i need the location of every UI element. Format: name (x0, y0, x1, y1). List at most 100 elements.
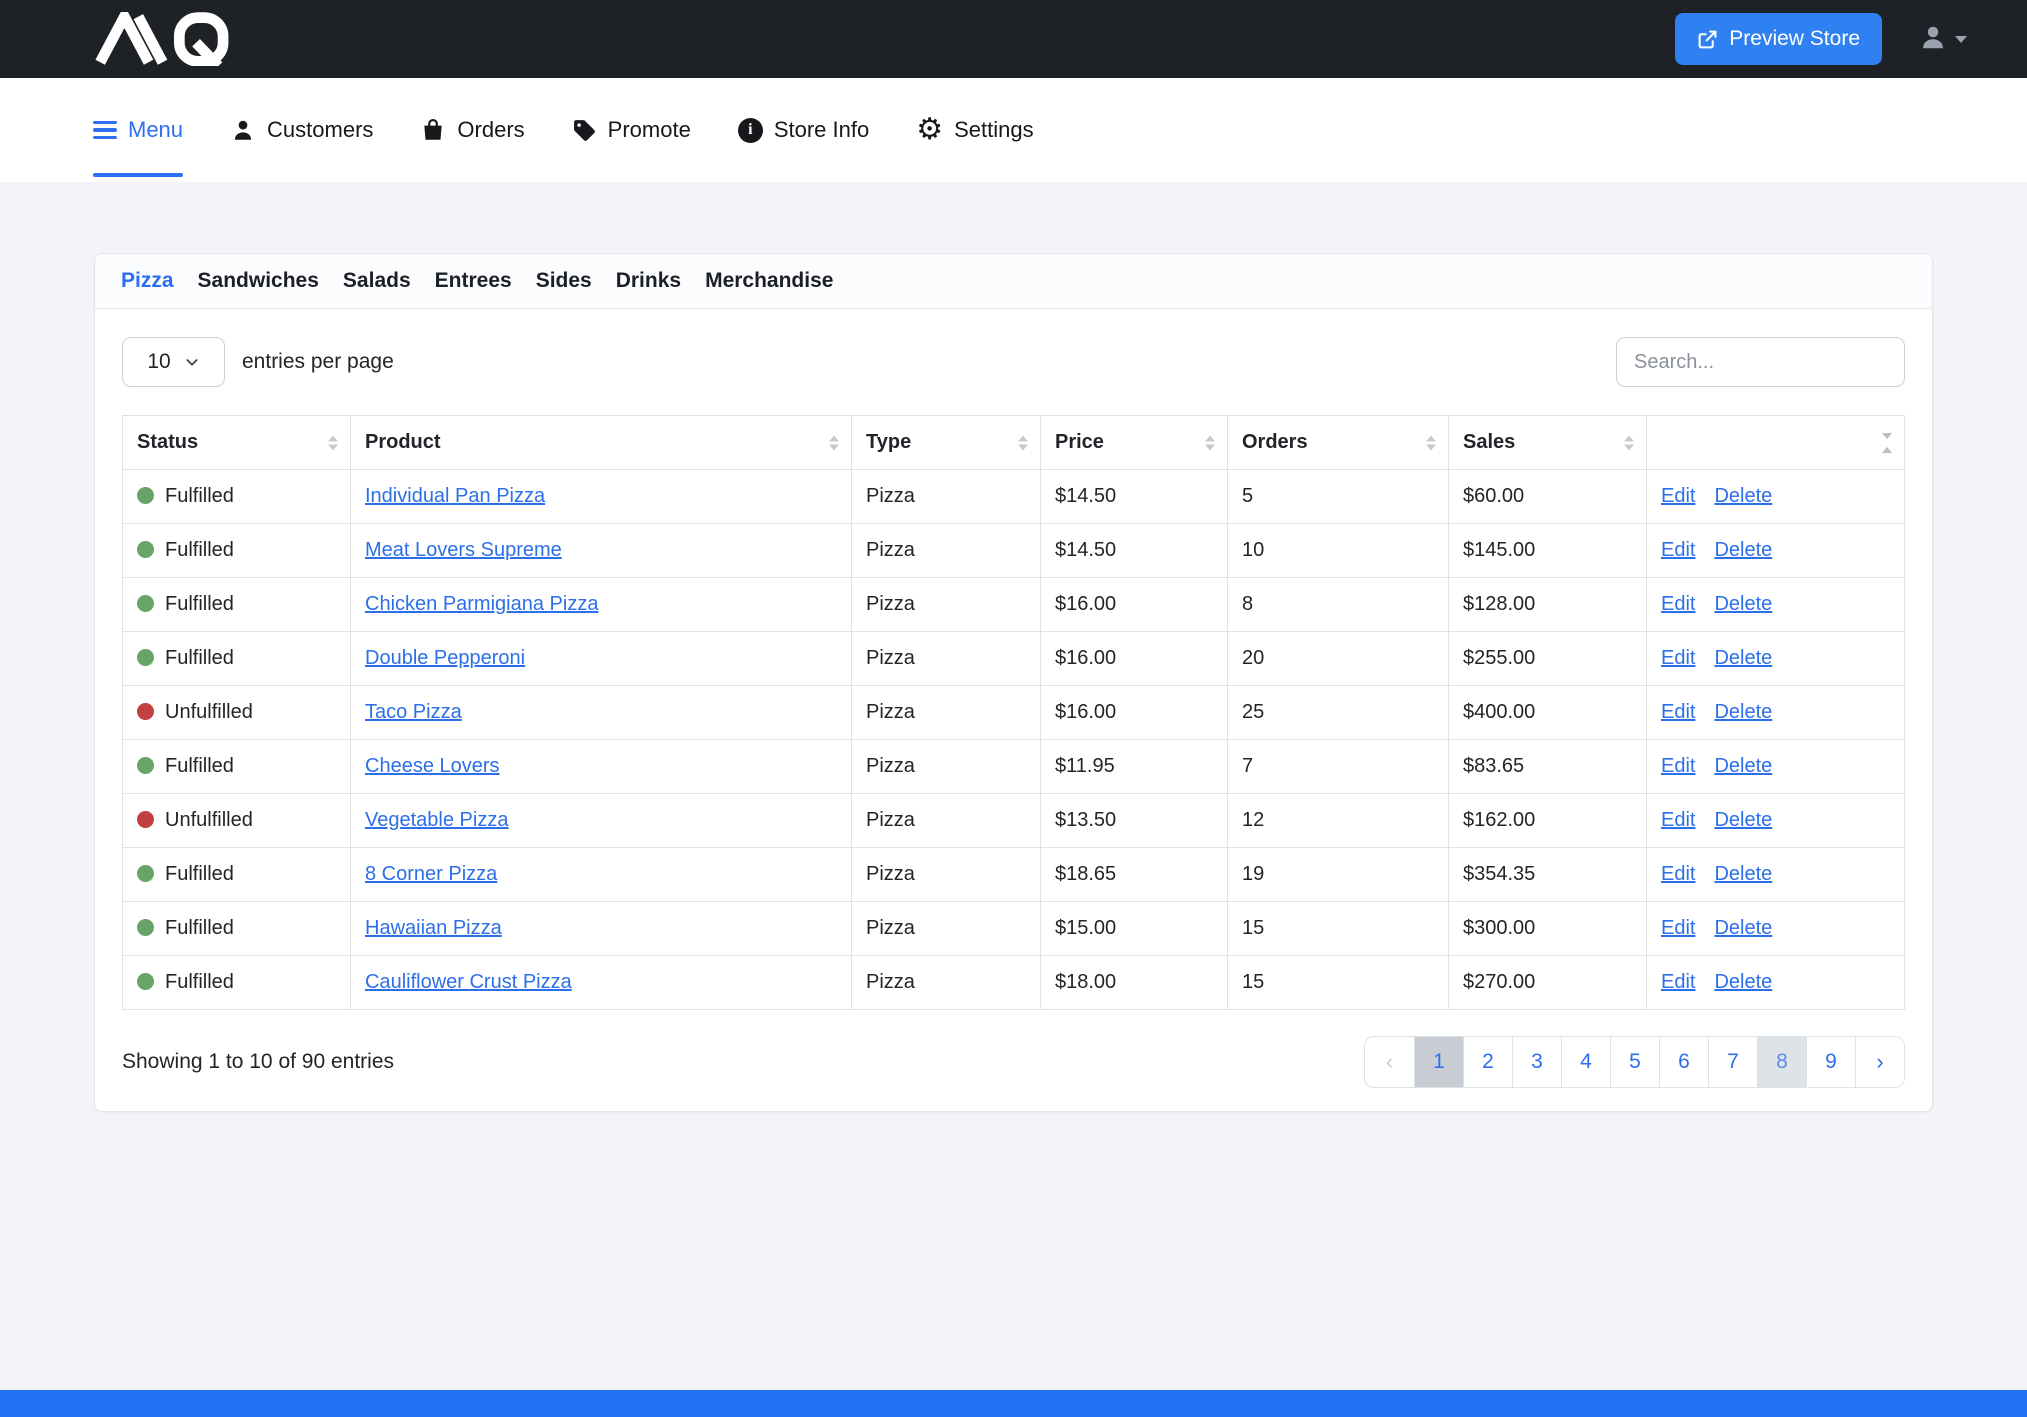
table-controls: 10 entries per page (95, 309, 1932, 387)
nav-item-settings[interactable]: ⚙ Settings (916, 78, 1033, 182)
column-header-orders[interactable]: Orders (1228, 416, 1449, 470)
pagination-page-4[interactable]: 4 (1561, 1037, 1610, 1087)
product-link[interactable]: Hawaiian Pizza (365, 917, 502, 939)
edit-link[interactable]: Edit (1661, 485, 1695, 507)
nav-item-customers[interactable]: Customers (230, 78, 373, 182)
delete-link[interactable]: Delete (1714, 755, 1772, 777)
top-header-bar: Preview Store (0, 0, 2027, 78)
orders-cell: 25 (1228, 686, 1449, 740)
status-label: Fulfilled (165, 593, 234, 615)
product-link[interactable]: Individual Pan Pizza (365, 485, 545, 507)
store-logo[interactable] (90, 12, 250, 66)
entries-per-page-select[interactable]: 10 (122, 337, 225, 387)
nav-item-store-info[interactable]: i Store Info (738, 78, 869, 182)
edit-link[interactable]: Edit (1661, 863, 1695, 885)
sort-icon (1624, 435, 1634, 450)
orders-cell: 7 (1228, 740, 1449, 794)
edit-link[interactable]: Edit (1661, 917, 1695, 939)
type-cell: Pizza (852, 632, 1041, 686)
delete-link[interactable]: Delete (1714, 539, 1772, 561)
pagination-page-1[interactable]: 1 (1414, 1037, 1463, 1087)
pagination-page-3[interactable]: 3 (1512, 1037, 1561, 1087)
edit-link[interactable]: Edit (1661, 971, 1695, 993)
pagination-page-8[interactable]: 8 (1757, 1037, 1806, 1087)
nav-item-promote[interactable]: Promote (572, 78, 691, 182)
preview-store-button[interactable]: Preview Store (1675, 13, 1882, 65)
column-header-actions[interactable] (1647, 416, 1905, 470)
category-tabs: Pizza Sandwiches Salads Entrees Sides Drinks M… (95, 254, 1932, 309)
price-cell: $18.65 (1041, 848, 1228, 902)
table-row: Fulfilled Hawaiian Pizza Pizza $15.00 15… (123, 902, 1905, 956)
column-header-price[interactable]: Price (1041, 416, 1228, 470)
column-header-type[interactable]: Type (852, 416, 1041, 470)
pagination-page-7[interactable]: 7 (1708, 1037, 1757, 1087)
price-cell: $14.50 (1041, 524, 1228, 578)
product-link[interactable]: 8 Corner Pizza (365, 863, 497, 885)
nav-item-label: Promote (608, 117, 691, 143)
edit-link[interactable]: Edit (1661, 809, 1695, 831)
pagination-next-button[interactable]: › (1855, 1037, 1904, 1087)
edit-link[interactable]: Edit (1661, 755, 1695, 777)
search-input[interactable] (1616, 337, 1905, 387)
nav-item-menu[interactable]: Menu (93, 78, 183, 182)
nav-item-orders[interactable]: Orders (420, 78, 524, 182)
edit-link[interactable]: Edit (1661, 593, 1695, 615)
delete-link[interactable]: Delete (1714, 809, 1772, 831)
tab-pizza[interactable]: Pizza (121, 269, 174, 293)
status-cell: Fulfilled (123, 956, 351, 1010)
tab-entrees[interactable]: Entrees (435, 269, 512, 293)
tab-merchandise[interactable]: Merchandise (705, 269, 833, 293)
status-label: Fulfilled (165, 755, 234, 777)
tab-sides[interactable]: Sides (536, 269, 592, 293)
edit-link[interactable]: Edit (1661, 647, 1695, 669)
table-footer: Showing 1 to 10 of 90 entries ‹123456789… (95, 1010, 1932, 1111)
delete-link[interactable]: Delete (1714, 863, 1772, 885)
orders-cell: 12 (1228, 794, 1449, 848)
delete-link[interactable]: Delete (1714, 647, 1772, 669)
type-cell: Pizza (852, 524, 1041, 578)
column-header-status[interactable]: Status (123, 416, 351, 470)
table-row: Unfulfilled Vegetable Pizza Pizza $13.50… (123, 794, 1905, 848)
entries-per-page-label: entries per page (242, 350, 394, 374)
column-header-label: Product (365, 431, 441, 453)
pagination-page-6[interactable]: 6 (1659, 1037, 1708, 1087)
column-header-sales[interactable]: Sales (1449, 416, 1647, 470)
orders-cell: 15 (1228, 956, 1449, 1010)
sales-cell: $128.00 (1449, 578, 1647, 632)
sales-cell: $300.00 (1449, 902, 1647, 956)
tab-sandwiches[interactable]: Sandwiches (198, 269, 319, 293)
tab-drinks[interactable]: Drinks (616, 269, 681, 293)
pagination-page-2[interactable]: 2 (1463, 1037, 1512, 1087)
edit-link[interactable]: Edit (1661, 539, 1695, 561)
product-link[interactable]: Cauliflower Crust Pizza (365, 971, 572, 993)
actions-cell: Edit Delete (1647, 470, 1905, 524)
status-label: Fulfilled (165, 647, 234, 669)
pagination-prev-button[interactable]: ‹ (1365, 1037, 1414, 1087)
delete-link[interactable]: Delete (1714, 971, 1772, 993)
delete-link[interactable]: Delete (1714, 485, 1772, 507)
delete-link[interactable]: Delete (1714, 917, 1772, 939)
column-header-product[interactable]: Product (351, 416, 852, 470)
status-cell: Fulfilled (123, 578, 351, 632)
pagination-page-9[interactable]: 9 (1806, 1037, 1855, 1087)
actions-cell: Edit Delete (1647, 848, 1905, 902)
product-link[interactable]: Double Pepperoni (365, 647, 525, 669)
status-label: Unfulfilled (165, 809, 253, 831)
user-account-menu[interactable] (1918, 22, 1967, 57)
info-icon: i (738, 118, 763, 143)
delete-link[interactable]: Delete (1714, 593, 1772, 615)
nav-item-label: Menu (128, 117, 183, 143)
product-link[interactable]: Taco Pizza (365, 701, 462, 723)
pagination-page-5[interactable]: 5 (1610, 1037, 1659, 1087)
price-cell: $16.00 (1041, 686, 1228, 740)
tab-salads[interactable]: Salads (343, 269, 411, 293)
product-link[interactable]: Vegetable Pizza (365, 809, 508, 831)
product-link[interactable]: Chicken Parmigiana Pizza (365, 593, 598, 615)
product-link[interactable]: Cheese Lovers (365, 755, 500, 777)
status-cell: Fulfilled (123, 524, 351, 578)
status-label: Fulfilled (165, 485, 234, 507)
product-link[interactable]: Meat Lovers Supreme (365, 539, 562, 561)
delete-link[interactable]: Delete (1714, 701, 1772, 723)
edit-link[interactable]: Edit (1661, 701, 1695, 723)
bottom-accent-bar (0, 1390, 2027, 1417)
